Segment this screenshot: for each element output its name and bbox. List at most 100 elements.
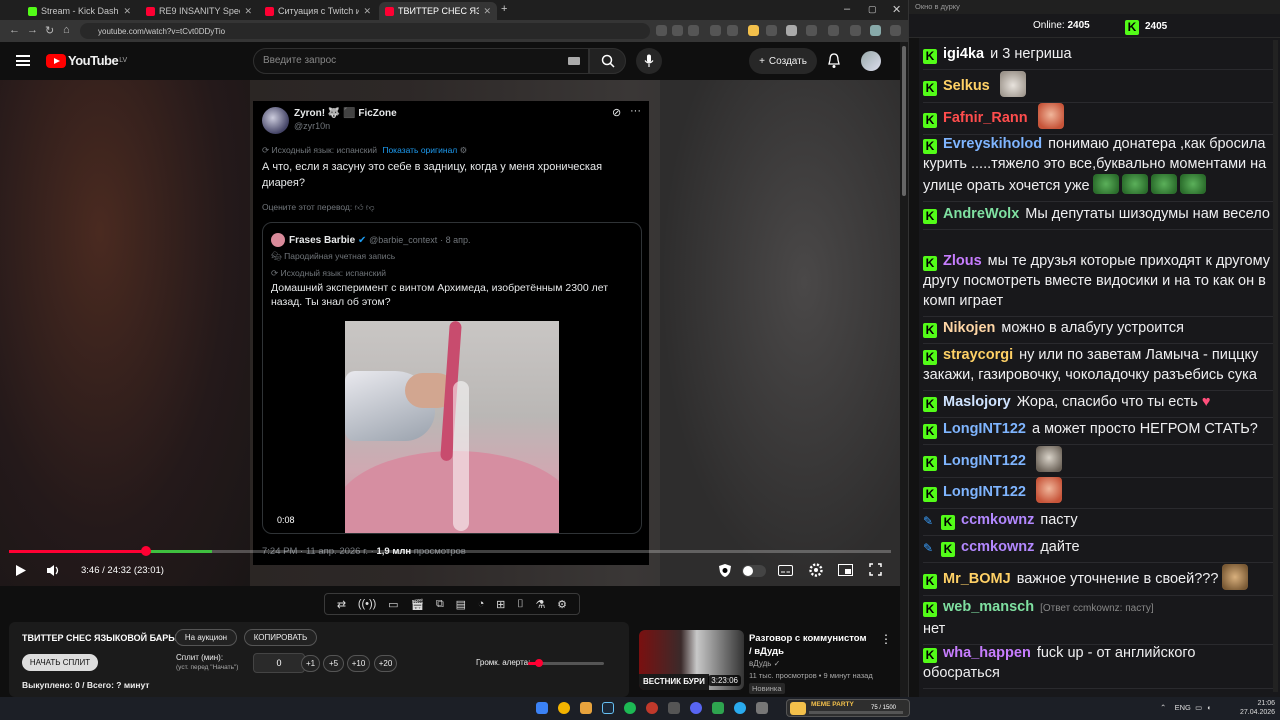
recommended-video-thumbnail[interactable]: ВЕСТНИК БУРИ 3:23:06 [639,630,744,690]
recommended-video-title[interactable]: Разговор с коммунистом / вДудь [749,632,867,658]
create-button[interactable]: + Создать [749,48,817,74]
tab-re9-speedrun[interactable]: RE9 INSANITY Speedrun in 1:3 ✕ [140,2,258,20]
chat-username[interactable]: web_mansch [943,599,1034,615]
film-strip-icon[interactable]: ▤ [456,598,466,611]
reply-reference[interactable]: [Ответ ccmkownz: пасту] [1040,603,1154,614]
speaker-icon[interactable]: ◖ [1204,703,1211,712]
camera-icon[interactable]: ⌷ [517,598,524,611]
minimize-icon[interactable]: – [844,3,850,15]
chat-username[interactable]: ccmkownz [961,512,1034,528]
settings-gear-icon[interactable] [808,562,824,578]
slider-knob[interactable] [535,659,544,667]
close-tab-icon[interactable]: ✕ [483,6,491,17]
autoplay-toggle[interactable] [742,565,766,577]
scroll-thumb[interactable] [902,46,906,196]
chat-username[interactable]: igi4ka [943,46,984,62]
menu-dots-icon[interactable] [890,25,901,36]
chat-username[interactable]: Mr_BOMJ [943,571,1011,587]
chat-username[interactable]: wha_happen [943,645,1031,661]
chat-username[interactable]: Maslojory [943,394,1011,410]
clock[interactable]: 21:06 27.04.2026 [1240,699,1275,717]
progress-scrubber[interactable] [140,546,151,556]
start-split-button[interactable]: НАЧАТЬ СПЛИТ [22,654,98,671]
extension-icon[interactable] [710,25,721,36]
keyboard-icon[interactable] [568,57,580,65]
chat-username[interactable]: Nikojen [943,320,995,336]
app-icon[interactable] [668,702,680,714]
chevron-up-icon[interactable]: ⌃ [1160,703,1166,712]
extension-icon[interactable] [766,25,777,36]
recommended-channel[interactable]: вДудь ✓ [749,659,780,668]
maximize-icon[interactable]: ▢ [868,4,877,15]
chrome-icon[interactable] [558,702,570,714]
flask-icon[interactable]: ⚗ [535,598,545,611]
more-actions-icon[interactable]: ⋮ [880,632,892,646]
download-icon[interactable] [828,25,839,36]
speed-gauge-icon[interactable]: ◔ [478,598,485,610]
spotify-icon[interactable] [624,702,636,714]
add-clip-icon[interactable]: ⊞ [496,598,505,611]
tab-twitter-video[interactable]: ТВИТТЕР СНЕС ЯЗЫКОВОЙ БА ✕ [379,2,497,20]
start-icon[interactable] [536,702,548,714]
fullscreen-icon[interactable] [869,563,882,576]
extension-icon[interactable] [672,25,683,36]
back-icon[interactable]: ← [9,24,20,36]
app-icon[interactable] [712,702,724,714]
alert-volume-slider[interactable] [528,659,604,667]
extensions-puzzle-icon[interactable] [850,25,861,36]
picture-in-picture-icon[interactable]: ⧉ [436,598,444,611]
extension-icon[interactable] [748,25,759,36]
chat-username[interactable]: LongINT122 [943,453,1026,469]
loop-icon[interactable]: ⇄ [337,598,346,611]
menu-icon[interactable] [16,55,30,66]
copy-button[interactable]: КОПИРОВАТЬ [244,629,317,646]
volume-icon[interactable] [46,564,60,577]
reload-icon[interactable]: ↻ [45,24,54,37]
close-window-icon[interactable]: ✕ [892,3,901,16]
bookmark-star-icon[interactable] [688,25,699,36]
progress-bar[interactable] [9,546,891,556]
screen-icon[interactable]: ▭ [388,598,398,611]
tab-kick-dashboard[interactable]: Stream - Kick Dashboard ✕ [22,2,137,20]
extension-icon[interactable] [786,25,797,36]
gear-icon[interactable]: ⚙ [557,598,567,611]
chat-scrollbar[interactable] [1273,40,1278,692]
add-1-button[interactable]: +1 [301,655,320,672]
tab-twitch-situation[interactable]: Ситуация с Twitch и Алабугой ✕ [259,2,377,20]
app-icon[interactable] [756,702,768,714]
subtitles-icon[interactable] [778,565,793,576]
language-indicator[interactable]: ENG [1175,703,1191,712]
voice-search-button[interactable] [636,48,662,74]
meme-party-widget[interactable]: MEME PARTY 75 / 1500 [786,699,910,717]
discord-icon[interactable] [690,702,702,714]
auction-button[interactable]: На аукцион [175,629,237,646]
search-input[interactable]: Введите запрос [253,48,589,74]
extension-icon[interactable] [656,25,667,36]
page-scrollbar[interactable] [900,42,908,697]
chat-username[interactable]: Evreyskiholod [943,136,1042,152]
chat-username[interactable]: Fafnir_Rann [943,110,1028,126]
search-button[interactable] [589,48,626,74]
broadcast-icon[interactable]: ((•)) [358,598,377,610]
split-minutes-input[interactable]: 0 [253,653,305,673]
chat-username[interactable]: Zlous [943,253,982,269]
new-tab-icon[interactable]: + [501,3,507,15]
youtube-logo[interactable]: YouTube LV [46,53,127,68]
url-field[interactable]: youtube.com/watch?v=tCvt0DDyTio [80,23,650,39]
add-5-button[interactable]: +5 [323,655,344,672]
chat-username[interactable]: LongINT122 [943,421,1026,437]
miniplayer-icon[interactable] [838,564,853,576]
forward-icon[interactable]: → [27,24,38,36]
extension-icon[interactable] [806,25,817,36]
close-tab-icon[interactable]: ✕ [244,6,252,17]
telegram-icon[interactable] [734,702,746,714]
shield-icon[interactable] [718,563,732,578]
chat-username[interactable]: AndreWolx [943,206,1019,222]
chat-username[interactable]: ccmkownz [961,539,1034,555]
video-player[interactable]: Zyron! 🐺 ⬛ FicZone @zyr10n ⊘ ··· ⟳ Исход… [0,80,900,586]
chat-username[interactable]: LongINT122 [943,484,1026,500]
add-20-button[interactable]: +20 [374,655,397,672]
clapperboard-icon[interactable]: 🎬︎ [410,598,424,611]
extension-icon[interactable] [727,25,738,36]
profile-icon[interactable] [870,25,881,36]
